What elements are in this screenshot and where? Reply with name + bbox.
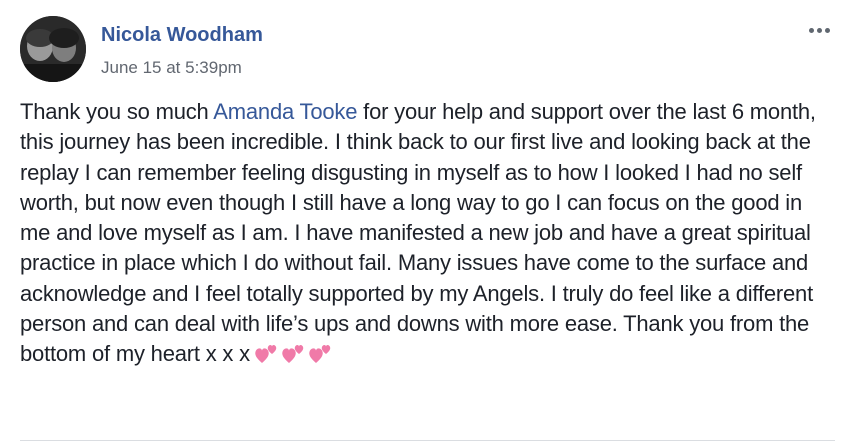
mention-link[interactable]: Amanda Tooke [213, 99, 357, 124]
avatar[interactable] [20, 16, 86, 82]
divider [20, 440, 835, 441]
emoji-group [254, 341, 335, 373]
post-text-start: Thank you so much [20, 99, 214, 124]
post-text-rest: for your help and support over the last … [20, 99, 816, 367]
author-name[interactable]: Nicola Woodham [101, 24, 263, 47]
post-body: Thank you so much Amanda Tooke for your … [20, 97, 835, 374]
profile-photo [20, 16, 86, 82]
dot [824, 27, 830, 33]
post-card: Nicola Woodham June 15 at 5:39pm Thank y… [0, 0, 849, 445]
post-timestamp[interactable]: June 15 at 5:39pm [101, 58, 242, 78]
two-hearts-icon [282, 345, 304, 364]
more-options-icon[interactable] [803, 20, 835, 40]
dot [808, 27, 814, 33]
two-hearts-icon [255, 345, 277, 364]
dot [816, 27, 822, 33]
two-hearts-icon [309, 345, 331, 364]
